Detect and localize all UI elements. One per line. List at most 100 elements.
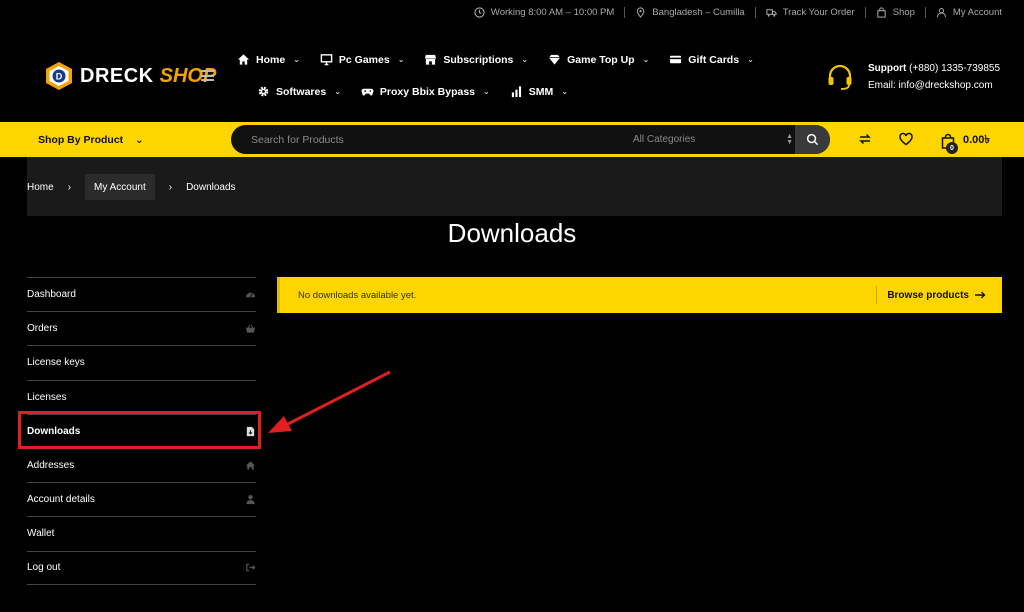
breadcrumb-current: Downloads (186, 181, 236, 193)
nav-softwares[interactable]: Softwares ⌄ (257, 85, 341, 98)
chevron-down-icon: ⌄ (293, 55, 300, 64)
account-nav-addresses[interactable]: Addresses (27, 447, 256, 482)
logout-icon (246, 563, 256, 572)
main-nav-row-1: Home ⌄ Pc Games ⌄ Subscriptions ⌄ Game Top … (237, 53, 774, 66)
account-nav-wallet[interactable]: Wallet (27, 516, 256, 550)
account-nav-licenses[interactable]: Licenses (27, 379, 256, 414)
account-nav-label: Dashboard (27, 289, 76, 301)
browse-products-label: Browse products (887, 289, 969, 301)
cart-button[interactable]: 0 0.00৳ (941, 131, 990, 154)
working-hours-text: Working 8:00 AM – 10:00 PM (490, 6, 615, 18)
breadcrumb-home[interactable]: Home (27, 182, 54, 193)
notice-message: No downloads available yet. (298, 289, 417, 301)
logo-badge-icon: D (46, 62, 72, 90)
search-input[interactable] (231, 125, 621, 154)
user-icon (246, 495, 255, 505)
breadcrumb: Home › My Account › Downloads (27, 174, 236, 200)
working-hours: Working 8:00 AM – 10:00 PM (464, 6, 626, 18)
home-icon (237, 54, 250, 65)
support-info: Support (+880) 1335-739855 Email: info@d… (826, 60, 1000, 94)
nav-home-label: Home (256, 53, 286, 66)
chevron-down-icon: ⌄ (397, 55, 405, 64)
category-select[interactable]: All Categories ▲ ▼ (633, 125, 793, 154)
support-email[interactable]: Email: info@dreckshop.com (868, 77, 1000, 94)
menu-toggle-button[interactable] (201, 70, 214, 81)
nav-subscriptions[interactable]: Subscriptions ⌄ (424, 53, 528, 66)
account-nav-orders[interactable]: Orders (27, 311, 256, 345)
chevron-right-icon: › (67, 181, 72, 193)
chevron-down-icon: ⌄ (561, 87, 568, 96)
main-nav-row-2: Softwares ⌄ Proxy Bbix Bypass ⌄ SMM ⌄ (257, 85, 588, 98)
support-label: Support (868, 63, 907, 74)
arrow-right-icon (975, 291, 986, 299)
user-icon (936, 7, 947, 17)
account-nav-label: Wallet (27, 528, 55, 540)
gear-icon (258, 86, 269, 97)
basket-icon (245, 324, 256, 333)
nav-pc-games[interactable]: Pc Games ⌄ (320, 53, 405, 66)
browse-products-button[interactable]: Browse products (876, 286, 986, 304)
truck-icon (766, 8, 777, 17)
heart-icon[interactable] (898, 131, 914, 147)
select-arrows-icon: ▲ ▼ (786, 132, 793, 146)
diamond-icon (549, 54, 561, 65)
home-icon (245, 461, 256, 470)
card-icon (670, 55, 682, 64)
support-phone[interactable]: (+880) 1335-739855 (909, 63, 1000, 74)
account-nav-label: Addresses (27, 460, 75, 472)
my-account-link[interactable]: My Account (926, 7, 1002, 18)
location: Bangladesh – Cumilla (625, 6, 756, 18)
annotation-highlight-box (18, 411, 261, 449)
nav-proxy-label: Proxy Bbix Bypass (379, 85, 476, 98)
account-nav-license-keys[interactable]: License keys (27, 345, 256, 379)
track-order-link[interactable]: Track Your Order (756, 6, 866, 18)
nav-proxy-bbix-bypass[interactable]: Proxy Bbix Bypass ⌄ (361, 85, 490, 98)
nav-gift-cards-label: Gift Cards (688, 53, 740, 66)
nav-smm-label: SMM (528, 85, 554, 98)
shop-by-product-dropdown[interactable]: Shop By Product ⌄ (38, 134, 144, 146)
clock-icon (474, 6, 485, 18)
search-box: All Categories ▲▼ (231, 125, 830, 154)
chevron-down-icon: ⌄ (747, 55, 754, 64)
account-nav-label: Log out (27, 562, 61, 574)
shop-link[interactable]: Shop (866, 6, 926, 18)
cart-count-badge: 0 (946, 142, 958, 154)
dashboard-icon (245, 292, 256, 298)
store-icon (425, 54, 437, 65)
nav-home[interactable]: Home ⌄ (237, 53, 300, 66)
chevron-down-icon: ⌄ (642, 55, 650, 64)
logo-text-dreck: DRECK (80, 64, 154, 87)
chevron-down-icon: ⌄ (483, 87, 490, 96)
annotation-arrow-icon (268, 370, 391, 433)
nav-pc-games-label: Pc Games (338, 53, 390, 66)
search-button[interactable] (795, 125, 830, 154)
nav-game-top-up-label: Game Top Up (567, 53, 635, 66)
top-info-bar: Working 8:00 AM – 10:00 PM Bangladesh – … (0, 0, 1024, 24)
support-phone-line: Support (+880) 1335-739855 (868, 60, 1000, 77)
nav-smm[interactable]: SMM ⌄ (510, 85, 568, 98)
nav-gift-cards[interactable]: Gift Cards ⌄ (669, 53, 754, 66)
site-logo[interactable]: D DRECK SHOP (44, 61, 216, 91)
category-select-value: All Categories (633, 134, 696, 145)
chevron-down-icon: ⌄ (334, 87, 341, 96)
gamepad-icon (361, 88, 374, 96)
nav-subscriptions-label: Subscriptions (443, 53, 514, 66)
account-nav-dashboard[interactable]: Dashboard (27, 277, 256, 311)
monitor-icon (320, 54, 333, 66)
nav-softwares-label: Softwares (276, 85, 327, 98)
compare-icon[interactable] (857, 131, 873, 147)
nav-game-top-up[interactable]: Game Top Up ⌄ (548, 53, 649, 66)
breadcrumb-my-account[interactable]: My Account (85, 174, 155, 200)
chevron-down-icon: ⌄ (135, 134, 144, 146)
search-icon (806, 133, 819, 146)
account-nav-log-out[interactable]: Log out (27, 550, 256, 585)
account-nav-label: Licenses (27, 391, 67, 403)
location-text: Bangladesh – Cumilla (652, 6, 745, 18)
chevron-right-icon: › (168, 181, 173, 193)
account-nav-account-details[interactable]: Account details (27, 482, 256, 516)
shop-by-product-label: Shop By Product (38, 134, 124, 146)
search-bar-strip: Shop By Product ⌄ All Categories ▲▼ 0 0.… (0, 122, 1024, 157)
map-pin-icon (637, 6, 645, 18)
my-account-text: My Account (952, 6, 1002, 18)
page-title: Downloads (447, 218, 577, 248)
